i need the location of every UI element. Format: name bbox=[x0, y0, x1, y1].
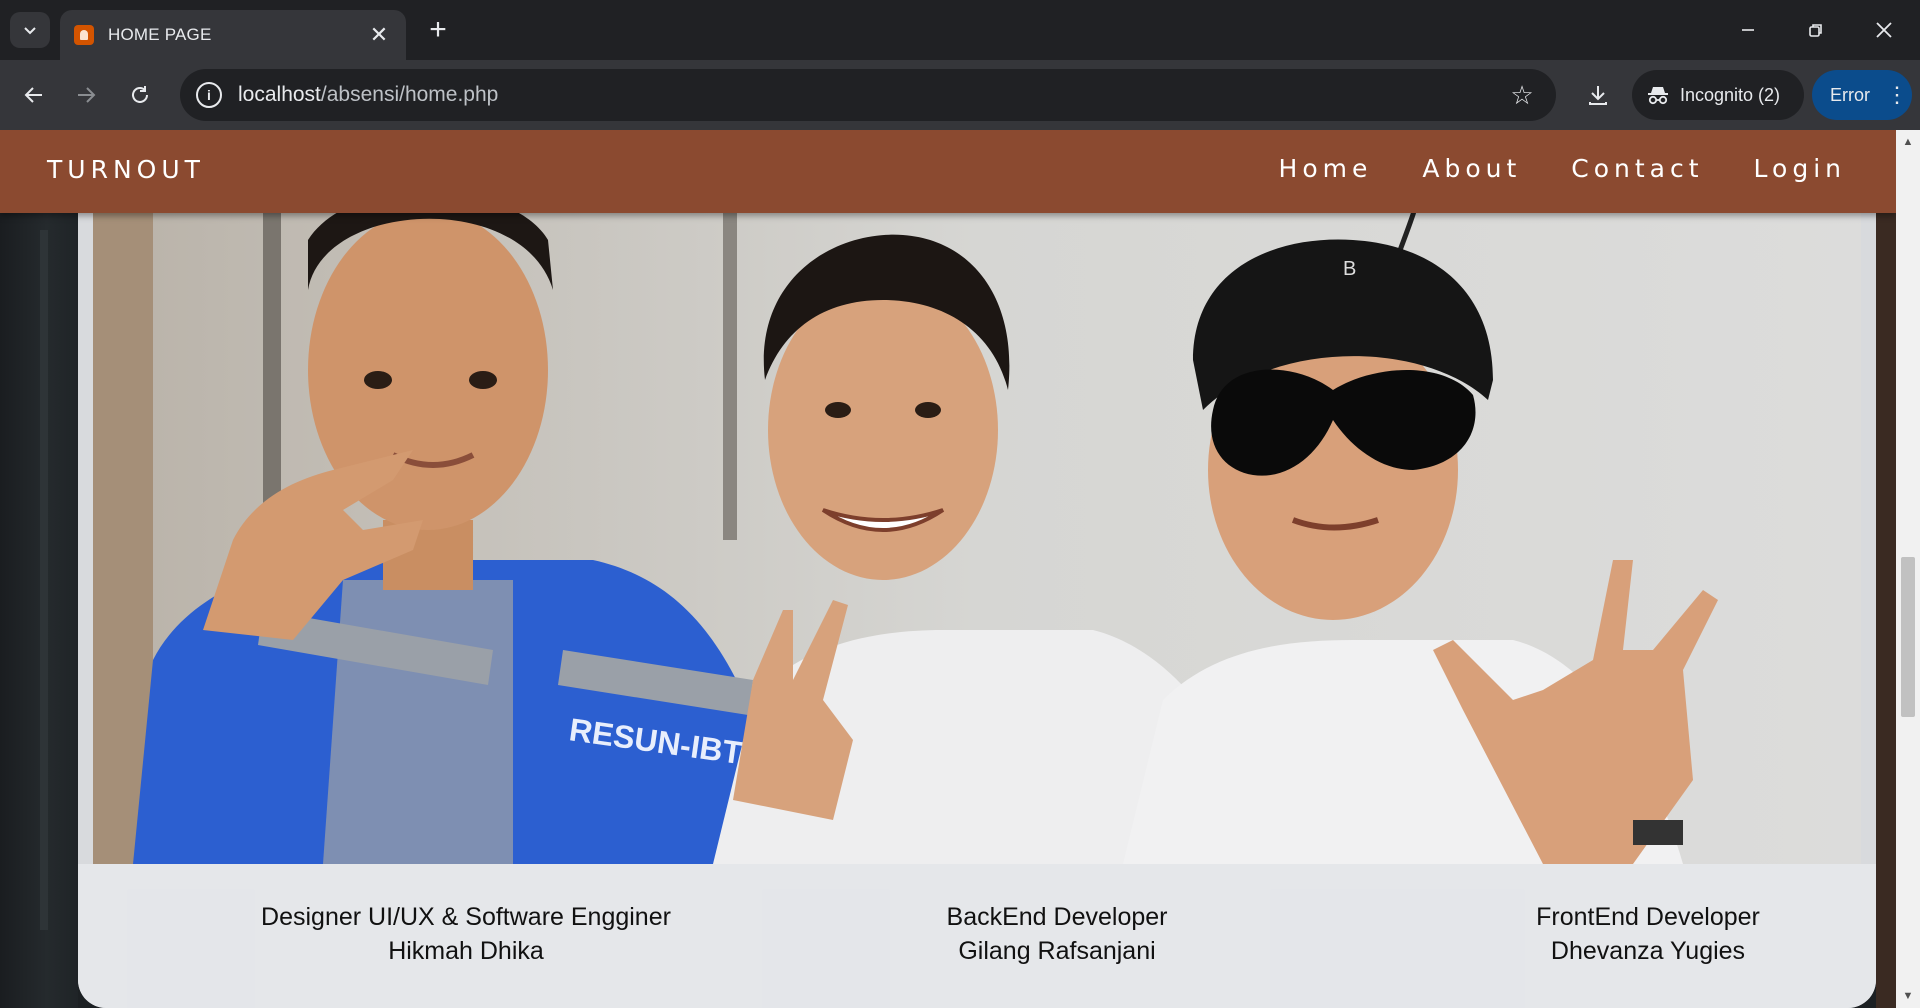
forward-button[interactable] bbox=[64, 73, 108, 117]
chevron-down-icon bbox=[24, 27, 36, 35]
nav-contact[interactable]: Contact bbox=[1571, 154, 1703, 183]
nav-about[interactable]: About bbox=[1422, 154, 1521, 183]
url-host: localhost bbox=[238, 83, 321, 106]
team-member-1: Designer UI/UX & Software Engginer Hikma… bbox=[206, 900, 726, 968]
page-viewport: RESUN-IBTA B Designer UI/UX & Software E… bbox=[0, 130, 1920, 1008]
tab-close-icon[interactable]: ✕ bbox=[366, 22, 392, 48]
bookmark-star-icon[interactable]: ☆ bbox=[1502, 80, 1542, 111]
browser-tab[interactable]: HOME PAGE ✕ bbox=[60, 10, 406, 60]
cap-logo: B bbox=[1343, 258, 1356, 280]
reload-button[interactable] bbox=[118, 73, 162, 117]
back-button[interactable] bbox=[12, 73, 56, 117]
browser-toolbar: i localhost/absensi/home.php ☆ Incognito… bbox=[0, 60, 1920, 130]
error-label: Error bbox=[1830, 84, 1870, 105]
reload-icon bbox=[132, 86, 148, 103]
member-role: BackEnd Developer bbox=[946, 903, 1168, 931]
nav-login[interactable]: Login bbox=[1754, 154, 1846, 183]
close-window-button[interactable] bbox=[1850, 0, 1918, 60]
page-scrollbar[interactable]: ▲ ▼ bbox=[1896, 130, 1920, 1008]
member-name: Gilang Rafsanjani bbox=[958, 937, 1156, 965]
tab-title: HOME PAGE bbox=[108, 25, 212, 44]
site-info-icon[interactable]: i bbox=[196, 82, 222, 108]
download-icon bbox=[1589, 86, 1607, 105]
team-photo: RESUN-IBTA B bbox=[93, 180, 1861, 864]
team-captions: Designer UI/UX & Software Engginer Hikma… bbox=[78, 864, 1876, 1008]
tab-search-button[interactable] bbox=[10, 12, 50, 48]
brand-logo[interactable]: TURNOUT bbox=[47, 155, 205, 184]
arrow-right-icon bbox=[78, 87, 96, 103]
team-member-3: FrontEnd Developer Dhevanza Yugies bbox=[1388, 900, 1876, 968]
scrollbar-thumb[interactable] bbox=[1901, 557, 1915, 717]
new-tab-button[interactable]: + bbox=[420, 12, 456, 48]
site-navbar: TURNOUT Home About Contact Login bbox=[0, 130, 1896, 213]
nav-home[interactable]: Home bbox=[1279, 154, 1373, 183]
restore-button[interactable] bbox=[1782, 0, 1850, 60]
address-bar[interactable]: i localhost/absensi/home.php ☆ bbox=[180, 69, 1556, 121]
member-name: Dhevanza Yugies bbox=[1550, 937, 1746, 965]
team-card: RESUN-IBTA B Designer UI/UX & Software E… bbox=[78, 180, 1876, 1008]
incognito-label: Incognito (2) bbox=[1680, 84, 1781, 105]
member-name: Hikmah Dhika bbox=[388, 937, 544, 965]
url-text[interactable]: localhost/absensi/home.php bbox=[238, 83, 1502, 107]
nav-links: Home About Contact Login bbox=[1229, 154, 1846, 183]
incognito-icon bbox=[1646, 84, 1672, 106]
minimize-icon bbox=[1742, 29, 1754, 31]
team-member-2: BackEnd Developer Gilang Rafsanjani bbox=[797, 900, 1317, 968]
scroll-down-icon[interactable]: ▼ bbox=[1896, 986, 1920, 1006]
scroll-up-icon[interactable]: ▲ bbox=[1896, 132, 1920, 152]
member-role: FrontEnd Developer bbox=[1536, 903, 1760, 931]
site-favicon-icon bbox=[74, 25, 94, 45]
more-menu-icon[interactable]: ⋮ bbox=[1886, 84, 1908, 106]
close-icon bbox=[1876, 22, 1892, 38]
restore-icon bbox=[1809, 24, 1822, 37]
background-right bbox=[1876, 130, 1896, 1008]
url-path: /absensi/home.php bbox=[320, 83, 499, 106]
profile-error-button[interactable]: Error ⋮ bbox=[1812, 70, 1912, 120]
minimize-button[interactable] bbox=[1714, 0, 1782, 60]
downloads-button[interactable] bbox=[1576, 73, 1620, 117]
arrow-left-icon bbox=[24, 87, 42, 103]
tab-strip: HOME PAGE ✕ + bbox=[0, 0, 1920, 60]
background-left bbox=[0, 130, 78, 1008]
member-role: Designer UI/UX & Software Engginer bbox=[261, 903, 671, 931]
incognito-button[interactable]: Incognito (2) bbox=[1632, 70, 1804, 120]
